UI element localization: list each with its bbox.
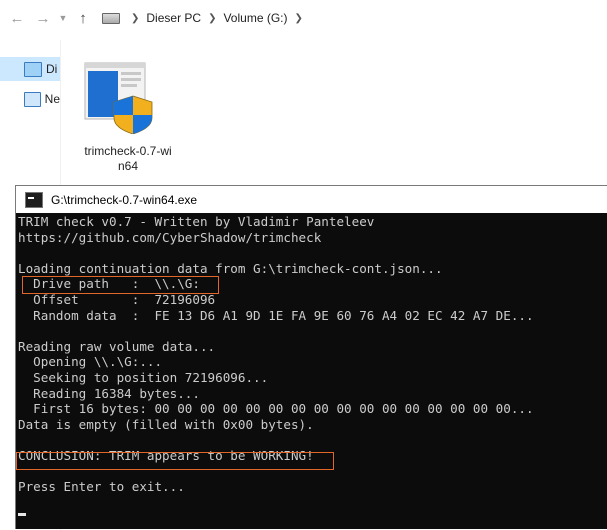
console-output[interactable]: TRIM check v0.7 - Written by Vladimir Pa… (16, 214, 607, 529)
console-line: Loading continuation data from G:\trimch… (18, 260, 443, 276)
console-app-icon (25, 191, 43, 208)
network-icon (24, 91, 41, 107)
breadcrumb-separator-icon: ❯ (208, 12, 217, 24)
console-line: Random data : FE 13 D6 A1 9D 1E FA 9E 60… (18, 307, 534, 323)
console-title-bar[interactable]: G:\trimcheck-0.7-win64.exe (16, 186, 607, 213)
console-line: Offset : 72196096 (18, 292, 216, 307)
file-name-label: trimcheck-0.7-wi n64 (84, 144, 172, 173)
address-bar: ← → ▼ ↑ ❯ Dieser PC ❯ Volume (G:) ❯ (0, 0, 607, 36)
recent-chevron-down-icon[interactable]: ▼ (56, 5, 70, 31)
console-line: Data is empty (filled with 0x00 bytes). (18, 416, 314, 432)
breadcrumb: ❯ Dieser PC ❯ Volume (G:) ❯ (102, 11, 310, 25)
console-line: Reading 16384 bytes... (18, 385, 200, 401)
drive-path-highlight-box (22, 276, 219, 294)
breadcrumb-item-volume[interactable]: Volume (G:) (223, 11, 287, 25)
file-item-trimcheck[interactable]: trimcheck-0.7-wi n64 (78, 60, 178, 180)
console-line: https://github.com/CyberShadow/trimcheck (18, 229, 322, 245)
console-line: Opening \\.\G:... (18, 354, 163, 370)
conclusion-highlight-box (16, 452, 334, 470)
console-line: Reading raw volume data... (18, 338, 216, 354)
up-arrow-icon[interactable]: ↑ (70, 5, 96, 31)
console-title: G:\trimcheck-0.7-win64.exe (51, 192, 198, 207)
sidebar-item-this-pc[interactable]: Di (0, 57, 60, 81)
console-line: First 16 bytes: 00 00 00 00 00 00 00 00 … (18, 401, 534, 417)
forward-arrow-icon[interactable]: → (30, 5, 56, 31)
console-line: TRIM check v0.7 - Written by Vladimir Pa… (18, 214, 375, 229)
application-shield-icon (84, 62, 153, 134)
console-line: Press Enter to exit... (18, 479, 185, 495)
drive-icon (102, 12, 120, 24)
breadcrumb-item-this-pc[interactable]: Dieser PC (146, 11, 201, 25)
text-cursor (18, 513, 26, 516)
console-window[interactable]: G:\trimcheck-0.7-win64.exe TRIM check v0… (15, 185, 607, 529)
back-arrow-icon[interactable]: ← (4, 5, 30, 31)
breadcrumb-separator-icon: ❯ (294, 12, 303, 24)
sidebar-item-label: Ne (44, 92, 60, 106)
sidebar-item-label: Di (46, 62, 58, 76)
sidebar-item-network[interactable]: Ne (0, 87, 60, 111)
breadcrumb-separator-icon: ❯ (131, 12, 140, 24)
console-line: Seeking to position 72196096... (18, 370, 269, 385)
computer-icon (24, 61, 42, 77)
